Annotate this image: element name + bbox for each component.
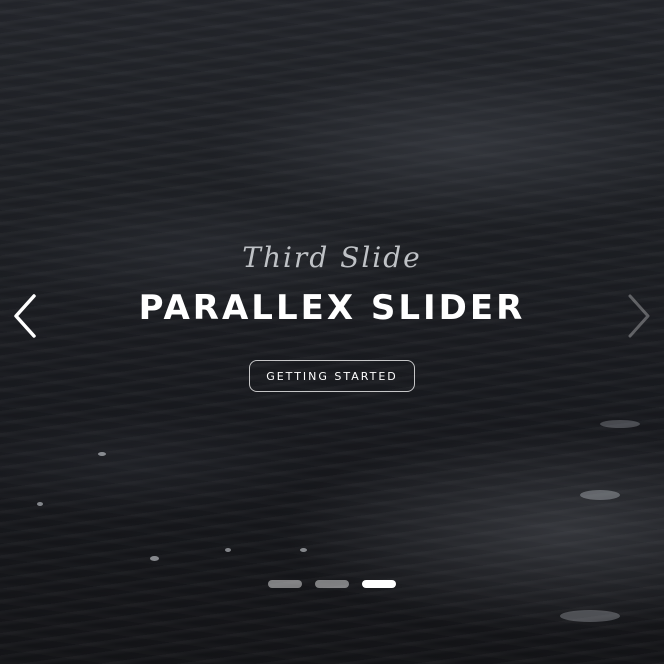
slide-indicator-2[interactable]	[315, 580, 349, 588]
foam-speck	[98, 452, 106, 456]
slide-indicators	[0, 580, 664, 588]
foam-speck	[37, 502, 43, 506]
getting-started-button[interactable]: GETTING STARTED	[249, 360, 415, 392]
chevron-right-icon	[628, 294, 650, 338]
slide-title: PARALLEX SLIDER	[138, 288, 526, 328]
parallax-slider: Third Slide PARALLEX SLIDER GETTING STAR…	[0, 0, 664, 664]
foam-speck	[150, 556, 159, 561]
foam-patch	[600, 420, 640, 428]
foam-speck	[225, 548, 231, 552]
slide-indicator-1[interactable]	[268, 580, 302, 588]
foam-patch	[560, 610, 620, 622]
chevron-left-icon	[14, 294, 36, 338]
next-slide-button[interactable]	[620, 290, 660, 342]
slide-indicator-3-active[interactable]	[362, 580, 396, 588]
prev-slide-button[interactable]	[4, 290, 44, 342]
slide-subtitle: Third Slide	[242, 241, 422, 274]
foam-patch	[580, 490, 620, 500]
slide-caption: Third Slide PARALLEX SLIDER GETTING STAR…	[0, 236, 664, 392]
foam-speck	[300, 548, 307, 552]
